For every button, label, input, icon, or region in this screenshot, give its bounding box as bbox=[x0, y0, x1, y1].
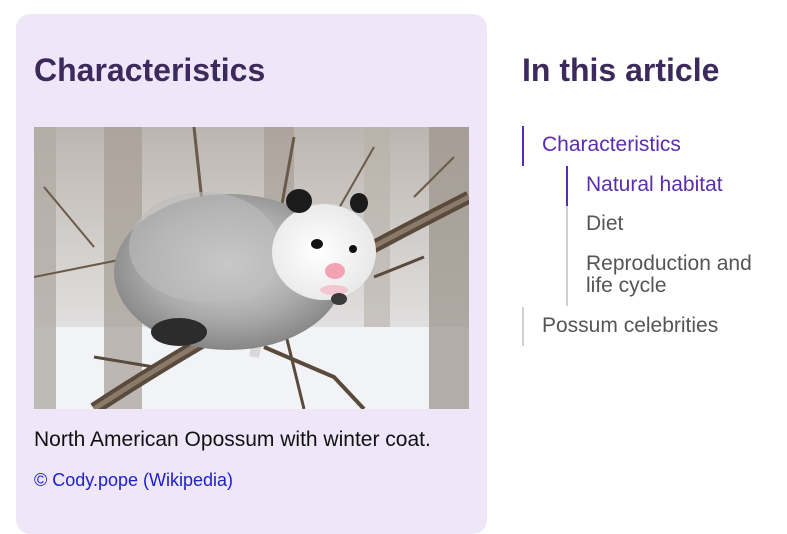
toc-heading: In this article bbox=[522, 52, 720, 88]
article-section-card: Characteristics North American Opossum w… bbox=[16, 14, 487, 534]
toc-link-natural-habitat[interactable]: Natural habitat bbox=[586, 174, 776, 196]
photo-caption: North American Opossum with winter coat. bbox=[34, 428, 431, 451]
section-heading: Characteristics bbox=[34, 52, 266, 88]
opossum-photo bbox=[34, 127, 469, 409]
toc-link-possum-celebrities[interactable]: Possum celebrities bbox=[542, 315, 772, 337]
toc-link-reproduction[interactable]: Reproduction and life cycle bbox=[586, 253, 776, 297]
toc-link-characteristics[interactable]: Characteristics bbox=[542, 134, 762, 156]
toc-indicator-possum-celebrities bbox=[522, 307, 524, 346]
toc-subsection-line bbox=[566, 206, 568, 306]
toc-link-diet[interactable]: Diet bbox=[586, 213, 776, 235]
toc-indicator-characteristics bbox=[522, 126, 524, 166]
toc-indicator-natural-habitat bbox=[566, 166, 568, 206]
photo-credit-link[interactable]: © Cody.pope (Wikipedia) bbox=[34, 470, 233, 490]
